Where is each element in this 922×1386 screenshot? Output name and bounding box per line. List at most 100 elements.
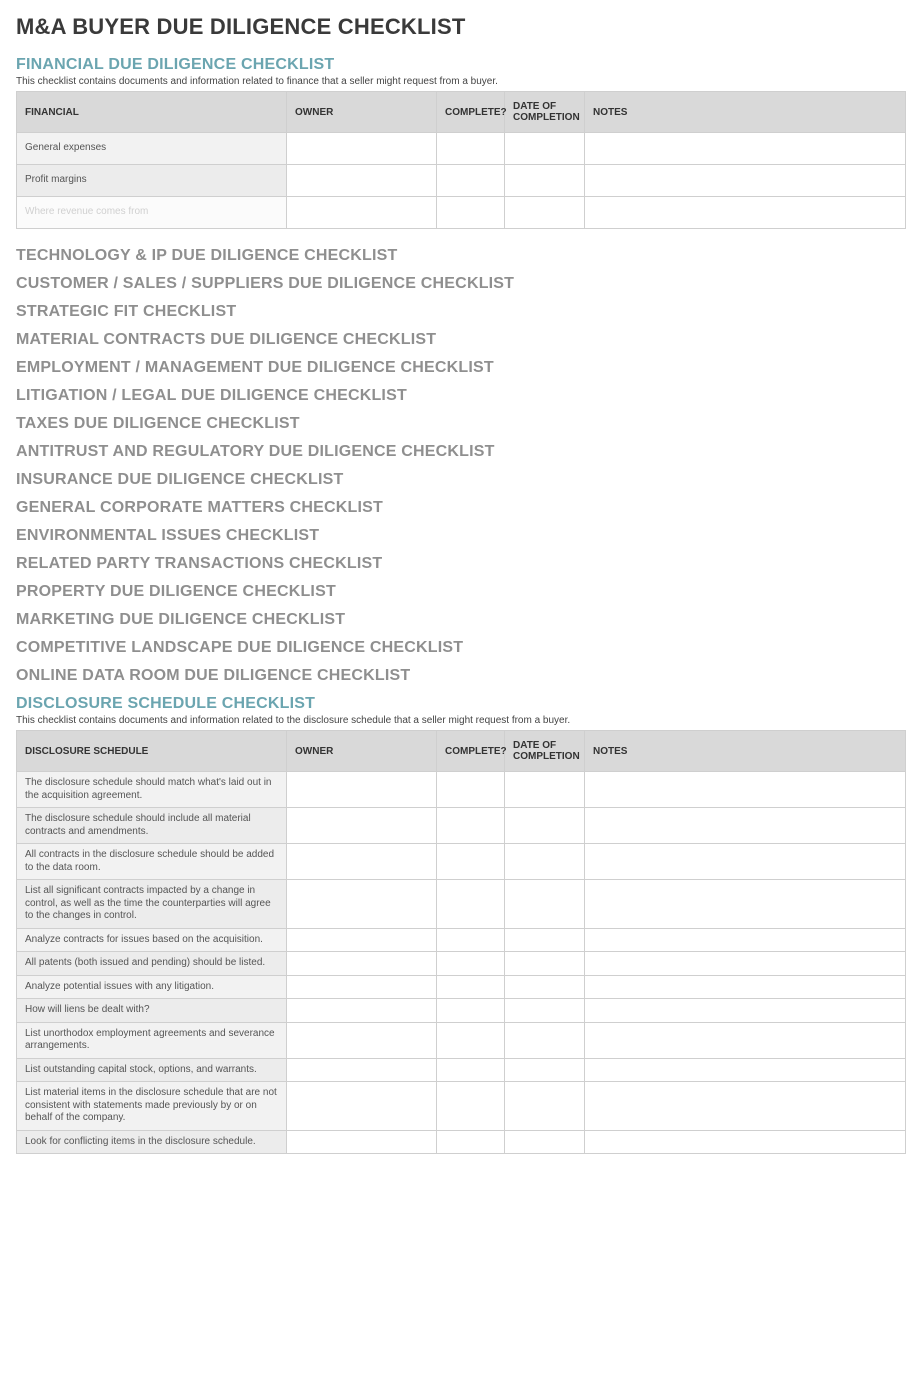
cell-date[interactable] [505,952,585,976]
col-header-financial: FINANCIAL [17,92,287,133]
section-heading: TAXES DUE DILIGENCE CHECKLIST [16,415,906,433]
table-row: List unorthodox employment agreements an… [17,1022,906,1058]
cell-complete[interactable] [437,165,505,197]
cell-date[interactable] [505,928,585,952]
cell-notes[interactable] [585,1058,906,1082]
cell-owner[interactable] [287,975,437,999]
disclosure-section: DISCLOSURE SCHEDULE CHECKLIST This check… [16,695,906,1154]
cell-date[interactable] [505,880,585,929]
cell-owner[interactable] [287,808,437,844]
cell-notes[interactable] [585,1082,906,1131]
cell-date[interactable] [505,999,585,1023]
cell-owner[interactable] [287,952,437,976]
financial-section-desc: This checklist contains documents and in… [16,76,906,87]
cell-complete[interactable] [437,880,505,929]
cell-notes[interactable] [585,952,906,976]
section-heading: LITIGATION / LEGAL DUE DILIGENCE CHECKLI… [16,387,906,405]
page-title: M&A BUYER DUE DILIGENCE CHECKLIST [16,14,906,40]
table-header-row: DISCLOSURE SCHEDULE OWNER COMPLETE? DATE… [17,731,906,772]
cell-item: The disclosure schedule should include a… [17,808,287,844]
cell-notes[interactable] [585,165,906,197]
cell-owner[interactable] [287,1058,437,1082]
cell-item: Where revenue comes from [17,197,287,229]
col-header-complete: COMPLETE? [437,92,505,133]
table-row: List material items in the disclosure sc… [17,1082,906,1131]
cell-notes[interactable] [585,772,906,808]
cell-item: List material items in the disclosure sc… [17,1082,287,1131]
cell-item: List unorthodox employment agreements an… [17,1022,287,1058]
cell-complete[interactable] [437,197,505,229]
col-header-date: DATE OF COMPLETION [505,731,585,772]
section-heading: EMPLOYMENT / MANAGEMENT DUE DILIGENCE CH… [16,359,906,377]
cell-notes[interactable] [585,808,906,844]
cell-owner[interactable] [287,844,437,880]
financial-table: FINANCIAL OWNER COMPLETE? DATE OF COMPLE… [16,91,906,229]
cell-date[interactable] [505,772,585,808]
col-header-owner: OWNER [287,92,437,133]
cell-complete[interactable] [437,808,505,844]
cell-complete[interactable] [437,1022,505,1058]
table-row: Where revenue comes from [17,197,906,229]
cell-complete[interactable] [437,844,505,880]
cell-owner[interactable] [287,1130,437,1154]
table-row: Profit margins [17,165,906,197]
cell-date[interactable] [505,1022,585,1058]
cell-notes[interactable] [585,844,906,880]
cell-notes[interactable] [585,928,906,952]
cell-notes[interactable] [585,999,906,1023]
table-row: How will liens be dealt with? [17,999,906,1023]
cell-owner[interactable] [287,999,437,1023]
cell-owner[interactable] [287,880,437,929]
cell-item: Look for conflicting items in the disclo… [17,1130,287,1154]
col-header-complete: COMPLETE? [437,731,505,772]
table-row: All patents (both issued and pending) sh… [17,952,906,976]
cell-date[interactable] [505,1130,585,1154]
cell-date[interactable] [505,197,585,229]
cell-owner[interactable] [287,928,437,952]
cell-complete[interactable] [437,999,505,1023]
cell-complete[interactable] [437,133,505,165]
financial-section-title: FINANCIAL DUE DILIGENCE CHECKLIST [16,56,906,74]
cell-notes[interactable] [585,197,906,229]
cell-date[interactable] [505,1058,585,1082]
cell-notes[interactable] [585,975,906,999]
cell-date[interactable] [505,844,585,880]
cell-complete[interactable] [437,928,505,952]
cell-complete[interactable] [437,952,505,976]
cell-item: Analyze contracts for issues based on th… [17,928,287,952]
cell-owner[interactable] [287,133,437,165]
cell-item: All contracts in the disclosure schedule… [17,844,287,880]
cell-date[interactable] [505,808,585,844]
cell-date[interactable] [505,975,585,999]
cell-owner[interactable] [287,165,437,197]
cell-notes[interactable] [585,1130,906,1154]
table-row: List all significant contracts impacted … [17,880,906,929]
cell-owner[interactable] [287,772,437,808]
table-row: All contracts in the disclosure schedule… [17,844,906,880]
cell-complete[interactable] [437,772,505,808]
cell-owner[interactable] [287,1022,437,1058]
cell-item: General expenses [17,133,287,165]
section-heading: STRATEGIC FIT CHECKLIST [16,303,906,321]
cell-date[interactable] [505,1082,585,1131]
cell-complete[interactable] [437,1082,505,1131]
section-heading: MATERIAL CONTRACTS DUE DILIGENCE CHECKLI… [16,331,906,349]
cell-complete[interactable] [437,1058,505,1082]
cell-date[interactable] [505,133,585,165]
cell-notes[interactable] [585,133,906,165]
cell-notes[interactable] [585,880,906,929]
table-row: The disclosure schedule should match wha… [17,772,906,808]
cell-date[interactable] [505,165,585,197]
cell-item: How will liens be dealt with? [17,999,287,1023]
cell-complete[interactable] [437,1130,505,1154]
table-row: Analyze potential issues with any litiga… [17,975,906,999]
section-heading: ANTITRUST AND REGULATORY DUE DILIGENCE C… [16,443,906,461]
section-heading: ONLINE DATA ROOM DUE DILIGENCE CHECKLIST [16,667,906,685]
cell-owner[interactable] [287,197,437,229]
table-row: Look for conflicting items in the disclo… [17,1130,906,1154]
cell-notes[interactable] [585,1022,906,1058]
col-header-notes: NOTES [585,731,906,772]
cell-item: The disclosure schedule should match wha… [17,772,287,808]
cell-complete[interactable] [437,975,505,999]
cell-owner[interactable] [287,1082,437,1131]
